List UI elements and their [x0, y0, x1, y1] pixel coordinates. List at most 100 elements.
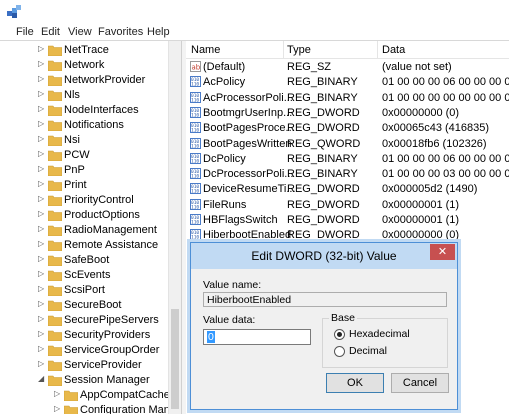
expand-arrow-icon[interactable]: ▷ — [54, 389, 60, 398]
tree-item[interactable]: ▷ AppCompatCache — [0, 388, 180, 403]
value-row[interactable]: ab (Default) REG_SZ (value not set) — [186, 60, 509, 74]
expand-arrow-icon[interactable]: ▷ — [38, 224, 44, 233]
column-separator[interactable] — [283, 41, 284, 58]
hexadecimal-radio[interactable] — [334, 329, 345, 340]
tree-item[interactable]: ▷ RadioManagement — [0, 223, 180, 238]
expand-arrow-icon[interactable]: ▷ — [38, 194, 44, 203]
menu-view[interactable]: View — [68, 26, 92, 38]
cancel-button[interactable]: Cancel — [391, 373, 449, 393]
expand-arrow-icon[interactable]: ▷ — [38, 329, 44, 338]
value-row[interactable]: 010 110 BootmgrUserInp... REG_DWORD 0x000000… — [186, 106, 509, 120]
tree-item-label: Network — [64, 59, 105, 71]
tree-item[interactable]: ▷ Remote Assistance — [0, 238, 180, 253]
tree-item[interactable]: ▷ NetTrace — [0, 43, 180, 58]
tree-item[interactable]: ▷ ProductOptions — [0, 208, 180, 223]
decimal-radio[interactable] — [334, 346, 345, 357]
tree-item[interactable]: ▷ PCW — [0, 148, 180, 163]
tree-item[interactable]: ▷ Notifications — [0, 118, 180, 133]
expand-arrow-icon[interactable]: ▷ — [38, 89, 44, 98]
value-row[interactable]: 010 110 DeviceResumeTi... REG_DWORD 0x000005… — [186, 182, 509, 196]
ok-button[interactable]: OK — [326, 373, 384, 393]
collapse-arrow-icon[interactable]: ◢ — [38, 374, 44, 383]
expand-arrow-icon[interactable]: ▷ — [38, 44, 44, 53]
expand-arrow-icon[interactable]: ▷ — [38, 314, 44, 323]
tree-item[interactable]: ▷ Nls — [0, 88, 180, 103]
tree-item[interactable]: ▷ PriorityControl — [0, 193, 180, 208]
column-header-type[interactable]: Type — [287, 44, 311, 56]
tree-item[interactable]: ▷ NodeInterfaces — [0, 103, 180, 118]
expand-arrow-icon[interactable]: ▷ — [38, 269, 44, 278]
svg-text:ab: ab — [192, 64, 201, 72]
column-separator[interactable] — [377, 41, 378, 58]
expand-arrow-icon[interactable]: ▷ — [38, 254, 44, 263]
tree-item[interactable]: ▷ SafeBoot — [0, 253, 180, 268]
menu-favorites[interactable]: Favorites — [98, 26, 143, 38]
tree-item[interactable]: ▷ Nsi — [0, 133, 180, 148]
value-row[interactable]: 010 110 BootPagesWritten REG_QWORD 0x00018fb… — [186, 137, 509, 151]
decimal-label[interactable]: Decimal — [349, 345, 387, 357]
binary-value-icon: 010110 — [190, 91, 201, 103]
tree-item[interactable]: ▷ ScsiPort — [0, 283, 180, 298]
title-bar — [0, 0, 509, 24]
expand-arrow-icon[interactable]: ▷ — [38, 119, 44, 128]
close-icon[interactable]: ✕ — [430, 244, 455, 260]
expand-arrow-icon[interactable]: ▷ — [38, 59, 44, 68]
expand-arrow-icon[interactable]: ▷ — [38, 104, 44, 113]
value-row[interactable]: 010 110 AcPolicy REG_BINARY 01 00 00 00 06 0… — [186, 75, 509, 89]
folder-icon — [48, 330, 62, 341]
expand-arrow-icon[interactable]: ▷ — [38, 239, 44, 248]
base-group — [322, 318, 448, 368]
expand-arrow-icon[interactable]: ▷ — [38, 209, 44, 218]
tree-item-label: ServiceGroupOrder — [64, 344, 160, 356]
tree-item[interactable]: ▷ ScEvents — [0, 268, 180, 283]
value-row[interactable]: 010 110 FileRuns REG_DWORD 0x00000001 (1) — [186, 198, 509, 212]
tree-scrollbar-thumb[interactable] — [171, 309, 179, 409]
expand-arrow-icon[interactable]: ▷ — [38, 149, 44, 158]
hexadecimal-label[interactable]: Hexadecimal — [349, 328, 410, 340]
tree-item[interactable]: ▷ SecurePipeServers — [0, 313, 180, 328]
value-row[interactable]: 010 110 DcProcessorPoli... REG_BINARY 01 00 … — [186, 167, 509, 181]
value-type: REG_BINARY — [287, 76, 358, 89]
menu-edit[interactable]: Edit — [41, 26, 60, 38]
menu-help[interactable]: Help — [147, 26, 170, 38]
expand-arrow-icon[interactable]: ▷ — [38, 344, 44, 353]
tree-item-label: PCW — [64, 149, 90, 161]
value-row[interactable]: 010 110 BootPagesProce... REG_DWORD 0x00065c… — [186, 121, 509, 135]
tree-scrollbar[interactable] — [168, 41, 181, 414]
expand-arrow-icon[interactable]: ▷ — [38, 164, 44, 173]
tree-item[interactable]: ▷ NetworkProvider — [0, 73, 180, 88]
dialog-title-bar[interactable]: Edit DWORD (32-bit) Value ✕ — [191, 243, 457, 269]
tree-item[interactable]: ▷ PnP — [0, 163, 180, 178]
tree-item[interactable]: ▷ SecureBoot — [0, 298, 180, 313]
regedit-app-icon — [7, 5, 21, 18]
expand-arrow-icon[interactable]: ▷ — [38, 359, 44, 368]
value-data: 01 00 00 00 03 00 00 00 00 00 00 — [382, 168, 509, 181]
expand-arrow-icon[interactable]: ▷ — [38, 74, 44, 83]
tree-item-label: NodeInterfaces — [64, 104, 139, 116]
value-row[interactable]: 010 110 DcPolicy REG_BINARY 01 00 00 00 06 0… — [186, 152, 509, 166]
value-row[interactable]: 010 110 HBFlagsSwitch REG_DWORD 0x00000001 (… — [186, 213, 509, 227]
tree-item[interactable]: ▷ Print — [0, 178, 180, 193]
menu-file[interactable]: File — [16, 26, 34, 38]
expand-arrow-icon[interactable]: ▷ — [54, 404, 60, 413]
tree-item-label: ProductOptions — [64, 209, 140, 221]
tree-item[interactable]: ▷ ServiceProvider — [0, 358, 180, 373]
tree-item[interactable]: ▷ Configuration Manag — [0, 403, 180, 414]
value-data-input[interactable]: 0 — [203, 329, 311, 345]
column-header-data[interactable]: Data — [382, 44, 405, 56]
expand-arrow-icon[interactable]: ▷ — [38, 284, 44, 293]
tree-item[interactable]: ◢ Session Manager — [0, 373, 180, 388]
dialog-body: Value name: HiberbootEnabled Value data:… — [191, 269, 457, 409]
tree-item[interactable]: ▷ ServiceGroupOrder — [0, 343, 180, 358]
value-name: FileRuns — [203, 198, 247, 211]
value-row[interactable]: 010 110 HiberbootEnabled REG_DWORD 0x0000000… — [186, 228, 509, 242]
column-header-name[interactable]: Name — [191, 44, 220, 56]
expand-arrow-icon[interactable]: ▷ — [38, 299, 44, 308]
expand-arrow-icon[interactable]: ▷ — [38, 179, 44, 188]
value-row[interactable]: 010 110 AcProcessorPoli... REG_BINARY 01 00 … — [186, 91, 509, 105]
tree-item[interactable]: ▷ Network — [0, 58, 180, 73]
list-header: Name Type Data — [186, 41, 509, 59]
tree-item[interactable]: ▷ SecurityProviders — [0, 328, 180, 343]
expand-arrow-icon[interactable]: ▷ — [38, 134, 44, 143]
value-name: DcProcessorPoli... — [203, 168, 294, 181]
